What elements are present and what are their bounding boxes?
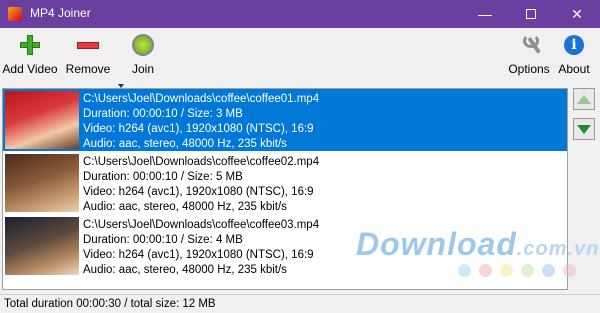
arrow-up-icon xyxy=(577,95,591,104)
maximize-button[interactable] xyxy=(508,0,554,28)
info-icon: i xyxy=(561,32,587,58)
reorder-controls xyxy=(570,88,598,148)
title-bar: MP4 Joiner — ✕ xyxy=(0,0,600,28)
join-label: Join xyxy=(131,62,154,76)
video-duration-size: Duration: 00:00:10 / Size: 3 MB xyxy=(83,108,243,120)
maximize-icon xyxy=(526,9,536,20)
remove-button[interactable]: Remove xyxy=(62,32,114,80)
video-stream-info: Video: h264 (avc1), 1920x1080 (NTSC), 16… xyxy=(83,249,314,261)
gear-icon xyxy=(130,32,156,58)
move-down-button[interactable] xyxy=(573,118,595,140)
join-button[interactable]: Join xyxy=(120,32,166,80)
watermark-dot xyxy=(479,264,492,277)
move-up-button[interactable] xyxy=(573,88,595,110)
add-video-label: Add Video xyxy=(2,62,58,76)
audio-stream-info: Audio: aac, stereo, 48000 Hz, 235 kbit/s xyxy=(83,201,287,213)
video-thumbnail xyxy=(5,91,79,149)
video-duration-size: Duration: 00:00:10 / Size: 5 MB xyxy=(83,171,243,183)
watermark-dot xyxy=(563,264,576,277)
toolbar: Add Video Remove Join Options i About xyxy=(0,28,600,88)
app-logo-icon xyxy=(8,7,22,21)
video-list-item[interactable]: C:\Users\Joel\Downloads\coffee\coffee02.… xyxy=(3,152,567,214)
watermark-dot xyxy=(521,264,534,277)
watermark-dot xyxy=(542,264,555,277)
video-thumbnail xyxy=(5,217,79,275)
remove-label: Remove xyxy=(65,62,111,76)
video-path: C:\Users\Joel\Downloads\coffee\coffee03.… xyxy=(83,219,320,231)
video-list-item[interactable]: C:\Users\Joel\Downloads\coffee\coffee01.… xyxy=(3,89,567,151)
minus-icon xyxy=(75,32,101,58)
video-path: C:\Users\Joel\Downloads\coffee\coffee01.… xyxy=(83,93,320,105)
about-label: About xyxy=(558,62,590,76)
video-info: C:\Users\Joel\Downloads\coffee\coffee01.… xyxy=(83,92,319,152)
about-button[interactable]: i About xyxy=(554,32,594,80)
watermark-dots xyxy=(458,264,584,280)
audio-stream-info: Audio: aac, stereo, 48000 Hz, 235 kbit/s xyxy=(83,264,287,276)
status-bar: Total duration 00:00:30 / total size: 12… xyxy=(0,294,600,313)
wrench-icon xyxy=(516,32,542,58)
video-thumbnail xyxy=(5,154,79,212)
minimize-button[interactable]: — xyxy=(462,0,508,28)
video-path: C:\Users\Joel\Downloads\coffee\coffee02.… xyxy=(83,156,320,168)
audio-stream-info: Audio: aac, stereo, 48000 Hz, 235 kbit/s xyxy=(83,138,287,150)
plus-icon xyxy=(17,32,43,58)
window-title: MP4 Joiner xyxy=(30,6,91,20)
options-button[interactable]: Options xyxy=(506,32,552,80)
add-video-button[interactable]: Add Video xyxy=(2,32,58,80)
options-label: Options xyxy=(508,62,550,76)
arrow-down-icon xyxy=(577,125,591,134)
video-info: C:\Users\Joel\Downloads\coffee\coffee02.… xyxy=(83,155,319,215)
watermark-dot xyxy=(500,264,513,277)
video-info: C:\Users\Joel\Downloads\coffee\coffee03.… xyxy=(83,218,319,278)
close-button[interactable]: ✕ xyxy=(554,0,600,28)
video-duration-size: Duration: 00:00:10 / Size: 4 MB xyxy=(83,234,243,246)
watermark: Download.com.vn xyxy=(356,226,600,262)
watermark-dot xyxy=(458,264,471,277)
video-stream-info: Video: h264 (avc1), 1920x1080 (NTSC), 16… xyxy=(83,123,314,135)
video-stream-info: Video: h264 (avc1), 1920x1080 (NTSC), 16… xyxy=(83,186,314,198)
